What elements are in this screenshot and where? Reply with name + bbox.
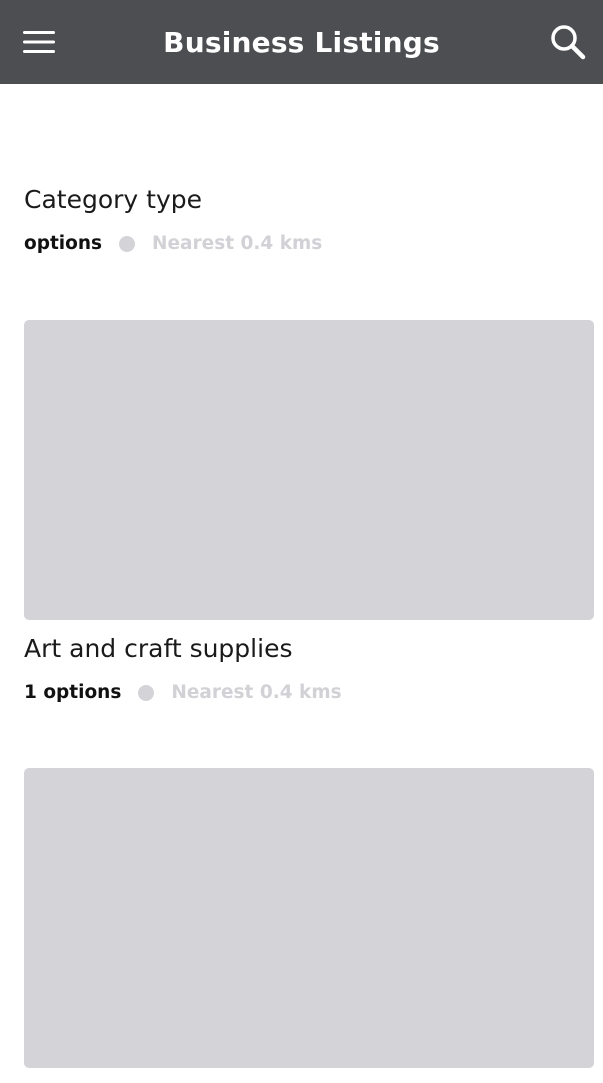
category-title: Category type xyxy=(24,185,202,214)
separator-dot-icon xyxy=(119,235,136,252)
category-image-placeholder[interactable] xyxy=(24,768,594,1068)
separator-dot-icon xyxy=(138,684,155,701)
page-title: Business Listings xyxy=(163,26,440,59)
category-image-placeholder[interactable] xyxy=(24,320,594,620)
category-title: Art and craft supplies xyxy=(24,634,293,663)
distance-label: Nearest 0.4 kms xyxy=(171,682,342,703)
search-icon xyxy=(551,25,586,60)
category-meta: 1 options Nearest 0.4 kms xyxy=(24,682,342,703)
search-button[interactable] xyxy=(546,20,590,64)
options-count: options xyxy=(24,233,103,254)
distance-label: Nearest 0.4 kms xyxy=(152,233,323,254)
options-count: 1 options xyxy=(24,682,122,703)
app-bar: Business Listings xyxy=(0,0,603,84)
category-meta: options Nearest 0.4 kms xyxy=(24,233,322,254)
